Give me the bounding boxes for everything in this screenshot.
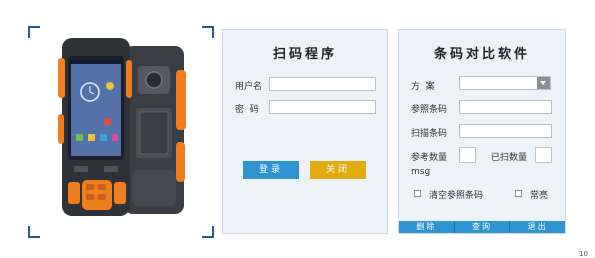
always-on-checkbox[interactable] — [515, 190, 522, 197]
corner-bracket-bottom-right — [202, 226, 214, 238]
scan-barcode-input[interactable] — [459, 124, 552, 138]
login-panel-title: 扫码程序 — [272, 47, 337, 62]
msg-label: msg — [411, 167, 431, 177]
password-input[interactable] — [269, 100, 376, 114]
query-button[interactable]: 查询 — [455, 221, 511, 233]
corner-bracket-top-right — [202, 26, 214, 38]
compare-panel-title: 条码对比软件 — [433, 47, 530, 62]
login-panel: 扫码程序 用户名 密 码 登录 关闭 — [222, 29, 388, 234]
scheme-label: 方 案 — [411, 82, 435, 92]
chevron-down-icon[interactable] — [537, 77, 550, 89]
username-input[interactable] — [269, 77, 376, 91]
close-button[interactable]: 关闭 — [310, 161, 366, 179]
login-button[interactable]: 登录 — [243, 161, 299, 179]
username-label: 用户名 — [235, 82, 263, 92]
reference-count-input[interactable] — [459, 147, 476, 163]
always-on-label: 常亮 — [530, 191, 549, 201]
password-label: 密 码 — [235, 105, 259, 115]
reference-barcode-input[interactable] — [459, 100, 552, 114]
delete-button[interactable]: 删除 — [399, 221, 455, 233]
scan-barcode-label: 扫描条码 — [411, 129, 448, 139]
clear-reference-checkbox[interactable] — [414, 190, 421, 197]
scanned-count-label: 已扫数量 — [491, 153, 528, 163]
scheme-select[interactable] — [459, 76, 551, 90]
clear-reference-label: 清空参照条码 — [429, 191, 484, 201]
barcode-compare-panel: 条码对比软件 方 案 参照条码 扫描条码 参考数量 已扫数量 msg 清空参照条… — [398, 29, 566, 234]
corner-bracket-top-left — [28, 26, 40, 38]
corner-bracket-bottom-left — [28, 226, 40, 238]
exit-button[interactable]: 退出 — [510, 221, 565, 233]
reference-barcode-label: 参照条码 — [411, 105, 448, 115]
page-number: 10 — [579, 250, 588, 258]
action-bar: 删除 查询 退出 — [399, 221, 565, 233]
reference-count-label: 参考数量 — [411, 153, 448, 163]
scanned-count-input[interactable] — [535, 147, 552, 163]
handheld-scanner-image — [58, 38, 186, 216]
